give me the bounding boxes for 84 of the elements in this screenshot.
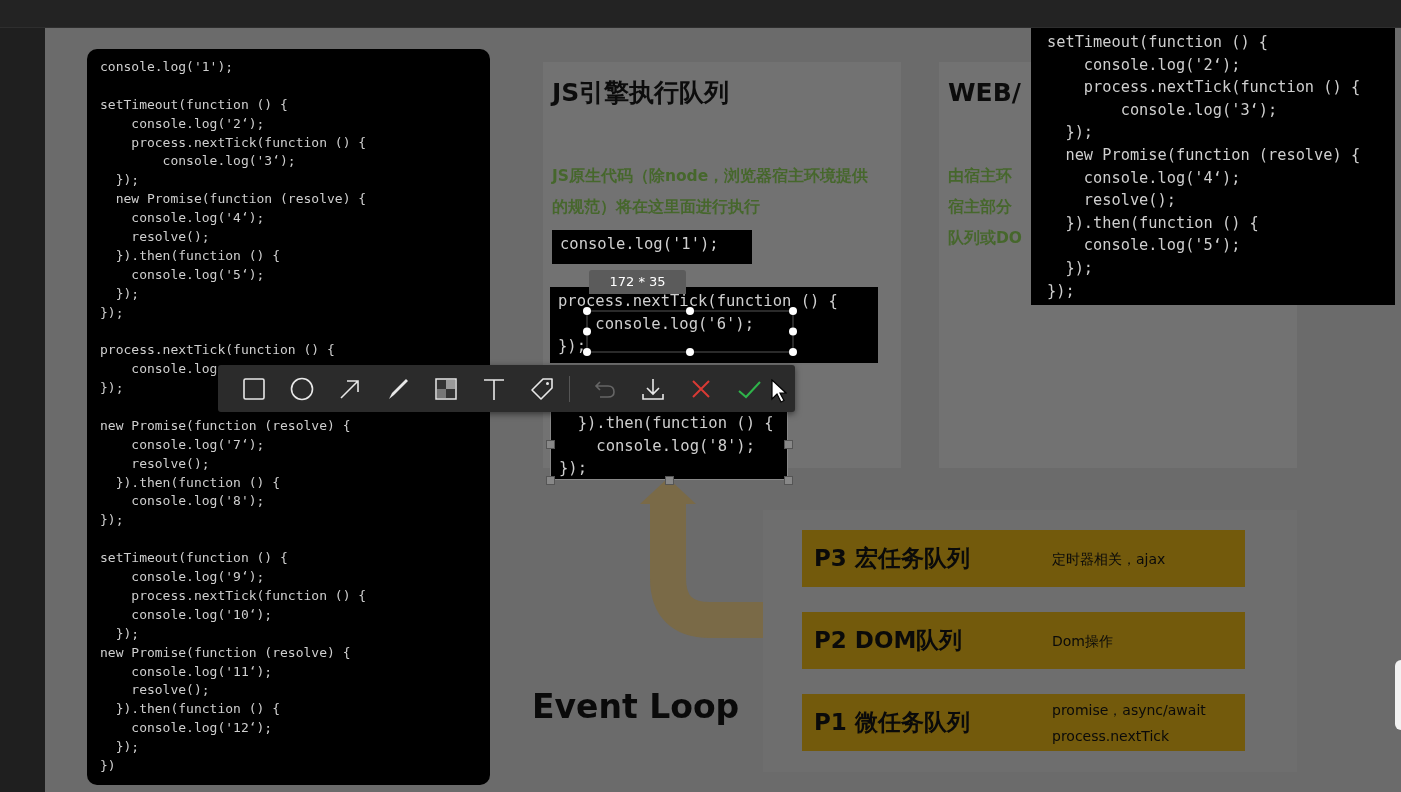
code-line: }); bbox=[100, 511, 124, 530]
code-line: }); bbox=[114, 624, 140, 643]
code-line: resolve(); bbox=[130, 454, 210, 473]
code-line: resolve(); bbox=[1082, 190, 1176, 212]
card-title: JS引擎执行队列 bbox=[552, 77, 730, 109]
code-line: console.log('2‘); bbox=[1082, 54, 1241, 76]
rectangle-button[interactable] bbox=[241, 375, 267, 402]
queue-detail: promise，async/await bbox=[1052, 700, 1206, 720]
code-line: new Promise(function (resolve) { bbox=[1064, 144, 1361, 166]
code-line: }); bbox=[100, 379, 124, 398]
code-line: }); bbox=[114, 738, 140, 757]
tag-button[interactable] bbox=[529, 375, 555, 402]
code-line: }); bbox=[1064, 122, 1094, 144]
resize-handle[interactable] bbox=[546, 440, 555, 449]
code-line: }).then(function () { bbox=[114, 473, 280, 492]
code-line: console.log('10‘); bbox=[130, 605, 273, 624]
queue-name: P2 DOM队列 bbox=[814, 626, 964, 656]
code-line: setTimeout(function () { bbox=[100, 95, 288, 114]
code-line: process.nextTick(function () { bbox=[1082, 77, 1361, 99]
code-line: console.log('11‘); bbox=[130, 662, 273, 681]
code-line: console.log('5‘); bbox=[1082, 235, 1241, 257]
resize-handle[interactable] bbox=[784, 476, 793, 485]
code-line: }); bbox=[114, 171, 140, 190]
code-line: }) bbox=[100, 756, 116, 775]
code-line: }).then(function () { bbox=[114, 246, 280, 265]
code-line: console.log('8'); bbox=[130, 492, 265, 511]
code-line: console.log('6'); bbox=[594, 313, 754, 335]
code-line: console.log('3‘); bbox=[161, 152, 296, 171]
tag-icon bbox=[529, 375, 555, 402]
code-line: setTimeout(function () { bbox=[1047, 32, 1269, 53]
code-line: }).then(function () { bbox=[114, 700, 280, 719]
code-line: }); bbox=[1064, 257, 1094, 279]
code-line: console.log('1'); bbox=[100, 58, 234, 76]
ellipse-button[interactable] bbox=[289, 375, 315, 402]
card-description: 队列或DO bbox=[948, 228, 1023, 249]
code-line: new Promise(function (resolve) { bbox=[100, 416, 351, 435]
cursor-icon bbox=[771, 378, 787, 403]
code-line: console.log('9‘); bbox=[130, 568, 265, 587]
code-line: console.log('3‘); bbox=[1119, 99, 1278, 121]
code-line: }); bbox=[558, 336, 586, 358]
code-line: setTimeout(function () { bbox=[100, 549, 288, 568]
code-line: new Promise(function (resolve) { bbox=[100, 643, 351, 662]
code-line: console.log('8'); bbox=[595, 435, 755, 457]
code-line: process.nextTick(function () { bbox=[130, 133, 367, 152]
code-line: }); bbox=[559, 458, 587, 480]
code-line: }); bbox=[1047, 280, 1075, 302]
code-line: process.nextTick(function () { bbox=[130, 586, 367, 605]
code-line: }); bbox=[114, 284, 140, 303]
code-line: console.log('7‘); bbox=[130, 435, 265, 454]
resize-handle[interactable] bbox=[784, 440, 793, 449]
resize-handle[interactable] bbox=[546, 476, 555, 485]
card-description: 由宿主环 bbox=[948, 166, 1012, 187]
code-line: console.log('1'); bbox=[560, 234, 719, 255]
code-line: console.log('12‘); bbox=[130, 719, 273, 738]
code-line: console.log('2‘); bbox=[130, 114, 265, 133]
card-description: JS原生代码（除node，浏览器宿主环境提供 bbox=[552, 166, 869, 187]
size-label: 172 * 35 bbox=[589, 270, 686, 294]
queue-name: P1 微任务队列 bbox=[814, 708, 971, 738]
code-line: console.log bbox=[130, 360, 218, 379]
queue-detail: process.nextTick bbox=[1052, 726, 1171, 746]
code-line: }).then(function () { bbox=[576, 413, 774, 434]
queue-detail: 定时器相关，ajax bbox=[1052, 549, 1166, 569]
code-line: resolve(); bbox=[130, 228, 210, 246]
queue-name: P3 宏任务队列 bbox=[814, 544, 971, 574]
mosaic-button[interactable] bbox=[433, 375, 459, 402]
card-description: 的规范）将在这里面进行执行 bbox=[552, 197, 760, 218]
card-title: WEB/ bbox=[948, 77, 1021, 109]
code-line: }); bbox=[100, 303, 124, 322]
code-line: resolve(); bbox=[130, 681, 210, 700]
resize-handle[interactable] bbox=[665, 476, 674, 485]
queue-detail: Dom操作 bbox=[1052, 631, 1113, 651]
code-line: console.log('5‘); bbox=[130, 265, 265, 284]
selection-frame[interactable] bbox=[583, 307, 797, 356]
slide-heading: Event Loop bbox=[532, 686, 740, 728]
rectangle-icon bbox=[241, 375, 267, 402]
code-line: console.log('4‘); bbox=[130, 209, 265, 228]
code-line: process.nextTick(function () { bbox=[100, 341, 335, 360]
card-description: 宿主部分 bbox=[948, 197, 1012, 218]
code-line: console.log('4‘); bbox=[1082, 167, 1241, 189]
circle-icon bbox=[289, 375, 315, 402]
code-line: new Promise(function (resolve) { bbox=[114, 190, 367, 209]
code-line: }).then(function () { bbox=[1064, 212, 1259, 234]
mosaic-icon bbox=[433, 375, 459, 402]
code-line: process.nextTick(function () { bbox=[558, 291, 838, 312]
